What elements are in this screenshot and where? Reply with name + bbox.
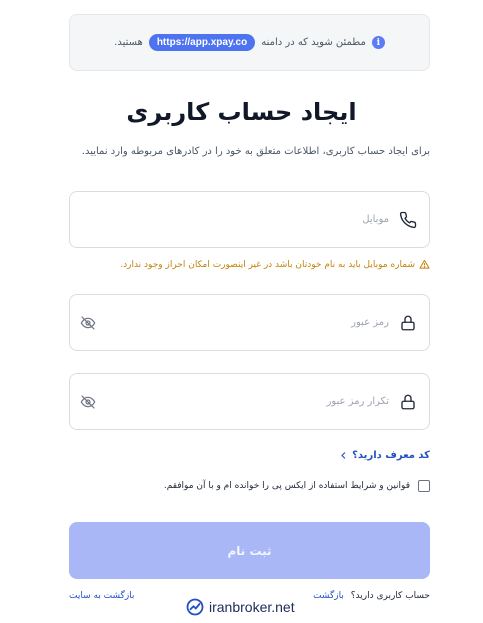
password-input[interactable] — [110, 295, 389, 350]
watermark: iranbroker.net — [186, 598, 295, 616]
terms-checkbox[interactable] — [418, 480, 430, 492]
lock-icon — [401, 315, 415, 330]
referral-code-toggle[interactable]: کد معرف دارید؟ — [339, 450, 430, 461]
page-subtitle: برای ایجاد حساب کاربری، اطلاعات متعلق به… — [81, 146, 430, 157]
info-icon: i — [371, 36, 385, 49]
watermark-text: iranbroker.net — [209, 599, 295, 615]
eye-off-icon[interactable] — [80, 394, 96, 410]
confirm-password-field[interactable] — [69, 373, 430, 430]
phone-icon — [399, 211, 417, 228]
login-prompt: حساب کاربری دارید؟ بازگشت — [313, 591, 430, 601]
chart-trend-icon — [186, 598, 204, 616]
referral-label: کد معرف دارید؟ — [352, 450, 430, 461]
eye-off-icon[interactable] — [80, 315, 96, 331]
terms-agreement[interactable]: قوانین و شرایط استفاده از ایکس پی را خوا… — [164, 480, 430, 492]
password-field[interactable] — [69, 294, 430, 351]
warning-icon — [419, 259, 430, 269]
mobile-input[interactable] — [110, 192, 389, 247]
domain-notice: i مطمئن شوید که در دامنه https://app.xpa… — [69, 14, 430, 71]
page-title: ایجاد حساب کاربری — [126, 98, 357, 126]
domain-url-badge: https://app.xpay.co — [148, 34, 256, 51]
signup-submit-button[interactable]: ثبت نام — [69, 522, 430, 579]
notice-prefix: مطمئن شوید که در دامنه — [261, 37, 366, 48]
notice-suffix: هستید. — [114, 37, 143, 48]
back-to-site-link[interactable]: بازگشت به سایت — [69, 591, 134, 601]
mobile-field[interactable] — [69, 191, 430, 248]
confirm-password-input[interactable] — [110, 374, 389, 429]
have-account-text: حساب کاربری دارید؟ — [350, 591, 430, 601]
chevron-left-icon — [341, 452, 346, 459]
login-link[interactable]: بازگشت — [313, 591, 344, 601]
terms-label: قوانین و شرایط استفاده از ایکس پی را خوا… — [163, 481, 410, 491]
mobile-warning-text: شماره موبایل باید به نام خودتان باشد در … — [120, 259, 415, 270]
lock-icon — [401, 394, 415, 409]
mobile-warning: شماره موبایل باید به نام خودتان باشد در … — [120, 259, 430, 270]
